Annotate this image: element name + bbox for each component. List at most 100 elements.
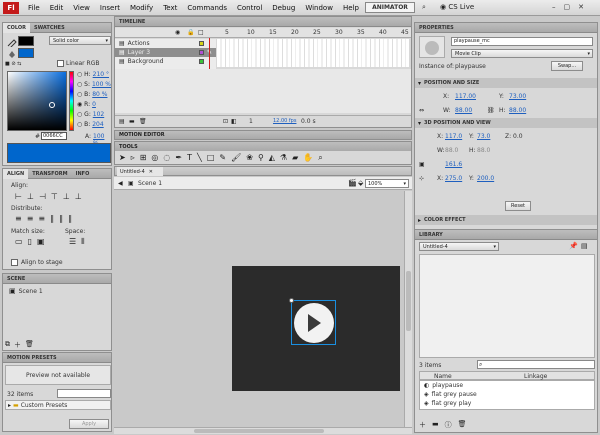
menu-commands[interactable]: Commands xyxy=(182,4,232,12)
fill-swatch[interactable] xyxy=(18,48,34,58)
rectangle-tool-icon[interactable]: □ xyxy=(207,153,215,162)
horizontal-scrollbar[interactable] xyxy=(114,427,412,434)
zoom-tool-icon[interactable]: ⌕ xyxy=(318,153,322,162)
col-name[interactable]: Name xyxy=(434,373,452,380)
tab-transform[interactable]: TRANSFORM xyxy=(28,169,71,179)
align-top-icon[interactable]: ⊤ xyxy=(51,192,58,201)
fill-color-icon[interactable] xyxy=(7,49,17,59)
g-radio-icon[interactable]: ○ xyxy=(77,111,82,118)
edit-symbol-icon[interactable]: ⬙ xyxy=(358,179,363,187)
add-scene-icon[interactable]: ＋ xyxy=(14,340,21,350)
hex-input[interactable]: 0066CC xyxy=(41,132,67,140)
space-vertical-icon[interactable]: ☰ xyxy=(69,237,76,247)
bl-radio-icon[interactable]: ○ xyxy=(77,121,82,128)
bone-tool-icon[interactable]: ⚲ xyxy=(258,153,264,162)
menu-text[interactable]: Text xyxy=(158,4,182,12)
maximize-icon[interactable]: ▢ xyxy=(564,3,571,11)
edit-scene-icon[interactable]: 🎬 xyxy=(348,179,357,187)
r-radio-icon[interactable]: ◉ xyxy=(77,101,82,108)
new-symbol-icon[interactable]: ＋ xyxy=(419,420,426,430)
x-value[interactable]: 117.00 xyxy=(455,93,476,100)
red-value[interactable]: 0 xyxy=(92,101,96,108)
search-icon[interactable]: ⌕ xyxy=(422,3,436,13)
library-search-input[interactable]: ⌕ xyxy=(477,360,595,369)
tab-info[interactable]: INFO xyxy=(72,169,94,179)
vp-y-value[interactable]: 200.0 xyxy=(477,175,494,182)
link-icon[interactable]: ⛓ xyxy=(487,107,495,114)
swap-colors-icons[interactable]: ■ ⊘ ⇆ xyxy=(5,61,35,67)
lasso-tool-icon[interactable]: ◌ xyxy=(163,153,170,162)
onion-skin-icon[interactable]: ◧ xyxy=(231,118,237,125)
text-tool-icon[interactable]: T xyxy=(187,153,192,162)
minimize-icon[interactable]: – xyxy=(552,3,556,11)
motion-editor-tab[interactable]: MOTION EDITOR xyxy=(114,130,412,140)
zoom-select[interactable]: 100% ▾ xyxy=(365,179,409,188)
scene-breadcrumb[interactable]: Scene 1 xyxy=(138,180,162,187)
align-left-icon[interactable]: ⊢ xyxy=(15,192,22,201)
menu-file[interactable]: File xyxy=(23,4,45,12)
stroke-color-icon[interactable] xyxy=(7,37,17,49)
menu-window[interactable]: Window xyxy=(300,4,338,12)
current-frame[interactable]: 1 xyxy=(249,118,253,125)
align-vcenter-icon[interactable]: ⊥ xyxy=(63,192,70,201)
perspective-value[interactable]: 161.6 xyxy=(445,161,462,168)
workspace-switcher[interactable]: ANIMATOR xyxy=(365,2,415,13)
horizontal-scroll-thumb[interactable] xyxy=(194,429,324,433)
3d-rotation-icon[interactable]: ◎ xyxy=(151,153,158,162)
distribute-right-icon[interactable]: ∥ xyxy=(68,214,72,223)
layer-color-actions[interactable] xyxy=(199,41,204,46)
y3-value[interactable]: 73.0 xyxy=(477,133,490,140)
new-library-icon[interactable]: ▤ xyxy=(581,242,588,250)
new-folder-icon[interactable]: ▬ xyxy=(129,118,135,125)
vertical-scrollbar[interactable] xyxy=(404,191,412,427)
delete-layer-icon[interactable]: 🗑 xyxy=(139,118,147,125)
hand-tool-icon[interactable]: ✋ xyxy=(303,153,313,162)
distribute-bottom-icon[interactable]: ≡ xyxy=(38,214,45,223)
deco-tool-icon[interactable]: ❀ xyxy=(246,153,253,162)
color-effect-section[interactable]: ▸ COLOR EFFECT xyxy=(415,215,597,225)
align-bottom-icon[interactable]: ⊥ xyxy=(75,192,82,201)
match-height-icon[interactable]: ▯ xyxy=(28,237,32,246)
document-tab[interactable]: Untitled-4 ✕ xyxy=(117,167,163,176)
free-transform-icon[interactable]: ⊞ xyxy=(140,153,147,162)
paint-bucket-icon[interactable]: ◭ xyxy=(269,153,275,162)
vertical-scroll-thumb[interactable] xyxy=(406,271,411,331)
properties-icon[interactable]: ⓘ xyxy=(445,420,452,430)
y-value[interactable]: 73.00 xyxy=(509,93,526,100)
swap-button[interactable]: Swap... xyxy=(551,61,583,71)
menu-view[interactable]: View xyxy=(68,4,95,12)
color-field[interactable] xyxy=(7,71,67,131)
tab-swatches[interactable]: SWATCHES xyxy=(30,23,69,33)
align-right-icon[interactable]: ⊣ xyxy=(39,192,46,201)
menu-modify[interactable]: Modify xyxy=(125,4,158,12)
frame-ruler[interactable]: 5 10 15 20 25 30 35 40 45 xyxy=(217,28,409,38)
distribute-hcenter-icon[interactable]: ∥ xyxy=(59,214,63,223)
brightness-value[interactable]: 80 % xyxy=(92,91,107,98)
reset-button[interactable]: Reset xyxy=(505,201,531,211)
menu-help[interactable]: Help xyxy=(338,4,364,12)
delete-icon[interactable]: 🗑 xyxy=(458,420,467,430)
eye-icon[interactable]: ◉ xyxy=(175,29,180,36)
cs-live-button[interactable]: ◉ CS Live xyxy=(440,3,474,11)
match-both-icon[interactable]: ▣ xyxy=(37,237,45,246)
back-arrow-icon[interactable]: ◀ xyxy=(118,180,123,187)
x3-value[interactable]: 117.0 xyxy=(445,133,462,140)
h-radio-icon[interactable]: ○ xyxy=(77,71,82,78)
new-layer-icon[interactable]: ▤ xyxy=(119,118,125,125)
close-icon[interactable]: ✕ xyxy=(578,3,584,11)
color-type-select[interactable]: Solid color ▾ xyxy=(49,36,111,45)
space-horizontal-icon[interactable]: ⦀ xyxy=(81,237,85,247)
symbol-type-select[interactable]: Movie Clip ▾ xyxy=(451,49,593,58)
close-tab-icon[interactable]: ✕ xyxy=(149,169,153,175)
menu-debug[interactable]: Debug xyxy=(267,4,300,12)
distribute-left-icon[interactable]: ∥ xyxy=(50,214,54,223)
library-item[interactable]: ◐ playpause xyxy=(420,381,594,390)
preset-folder[interactable]: ▸ ▬ Custom Presets xyxy=(5,400,111,410)
menu-insert[interactable]: Insert xyxy=(95,4,125,12)
brush-tool-icon[interactable]: 🖌 xyxy=(231,153,241,162)
pencil-tool-icon[interactable]: ✎ xyxy=(219,153,226,162)
subselection-tool-icon[interactable]: ▹ xyxy=(131,153,135,162)
scene-list-item[interactable]: ▣ Scene 1 xyxy=(9,287,43,295)
match-width-icon[interactable]: ▭ xyxy=(15,237,23,246)
tab-align[interactable]: ALIGN xyxy=(3,168,29,179)
